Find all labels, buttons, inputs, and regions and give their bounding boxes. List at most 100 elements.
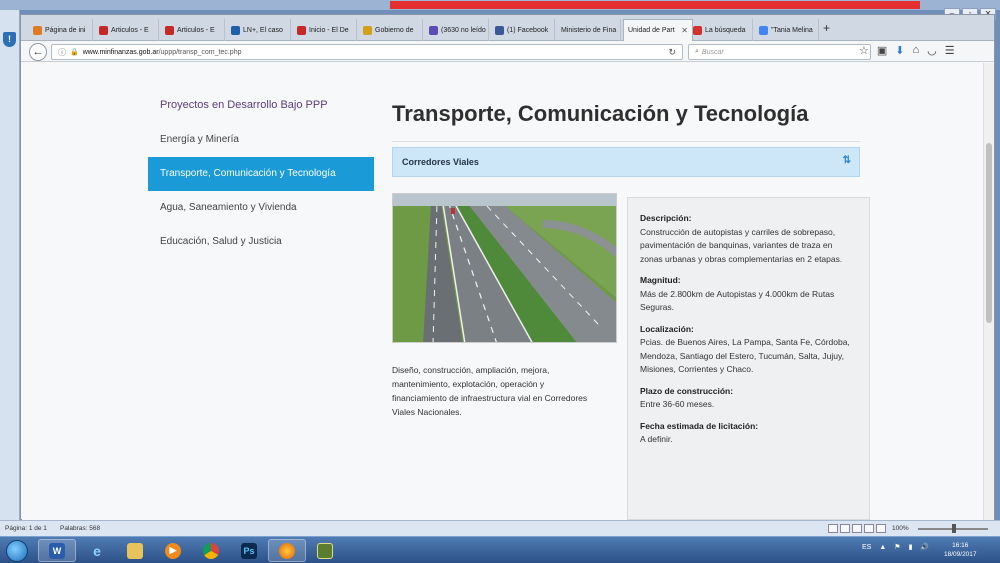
tab-favicon-icon: [231, 25, 240, 35]
bookmark-star-icon[interactable]: ☆: [859, 44, 869, 57]
firefox-app[interactable]: [268, 539, 306, 562]
browser-tab[interactable]: La búsqueda: [689, 19, 753, 41]
outline-view-button[interactable]: [864, 524, 874, 533]
browser-tab[interactable]: (1) Facebook: [491, 19, 555, 41]
view-buttons: [828, 524, 886, 533]
scrollbar-thumb[interactable]: [986, 143, 992, 323]
sidebar-item-educacion[interactable]: Educación, Salud y Justicia: [148, 225, 374, 259]
detail-value: Entre 36-60 meses.: [640, 399, 715, 409]
highway-photo: [392, 193, 617, 343]
sidebar-item-energia[interactable]: Energía y Minería: [148, 123, 374, 157]
browser-tab[interactable]: Página de ini: [29, 19, 93, 41]
ie-app[interactable]: e: [78, 539, 116, 562]
chrome-app[interactable]: [192, 539, 230, 562]
tab-favicon-icon: [495, 25, 504, 35]
tab-favicon-icon: [429, 25, 438, 35]
tab-favicon-icon: [363, 25, 372, 35]
zoom-level[interactable]: 100%: [892, 525, 909, 532]
new-tab-button[interactable]: +: [823, 21, 830, 35]
browser-tab[interactable]: Ministerio de Fina: [557, 19, 621, 41]
browser-window: Página de ini Articulos - E Articulos - E L…: [20, 14, 995, 520]
tab-label: (3630 no leído: [441, 26, 486, 34]
detail-value: Pcias. de Buenos Aires, La Pampa, Santa …: [640, 337, 850, 374]
sidebar-item-agua[interactable]: Agua, Saneamiento y Vivienda: [148, 191, 374, 225]
browser-tab[interactable]: Articulos - E: [161, 19, 225, 41]
accordion-corredores-viales[interactable]: Corredores Viales ⇅: [392, 147, 860, 177]
detail-label: Plazo de construcción:: [640, 385, 734, 396]
full-screen-view-button[interactable]: [840, 524, 850, 533]
start-button[interactable]: [6, 540, 28, 562]
network-icon[interactable]: ▮: [909, 543, 913, 551]
page-count[interactable]: Página: 1 de 1: [5, 525, 47, 532]
expand-arrows-icon[interactable]: ⇅: [843, 155, 851, 166]
draft-view-button[interactable]: [876, 524, 886, 533]
detail-value: Construcción de autopistas y carriles de…: [640, 226, 843, 264]
tab-label: Página de ini: [45, 26, 86, 34]
tray-expand-icon[interactable]: ▲: [879, 544, 886, 551]
clock[interactable]: 16:16 18/09/2017: [944, 541, 977, 559]
library-icon[interactable]: ▣: [877, 44, 887, 57]
page-content: Proyectos en Desarrollo Bajo PPP Energía…: [22, 63, 984, 520]
browser-tab[interactable]: "Tania Melina: [755, 19, 819, 41]
menu-icon[interactable]: ☰: [945, 44, 955, 57]
nav-bar: ← ⓘ 🔒 www.minfinanzas.gob.ar/uppp/transp…: [21, 42, 994, 62]
word-left-panel: !: [0, 10, 20, 520]
detail-label: Localización:: [640, 323, 694, 334]
clock-time: 16:16: [952, 542, 969, 549]
sidebar-heading[interactable]: Proyectos en Desarrollo Bajo PPP: [148, 99, 374, 117]
browser-tab[interactable]: Gobierno de: [359, 19, 423, 41]
close-tab-icon[interactable]: ✕: [681, 26, 688, 35]
tab-favicon-icon: [165, 25, 174, 35]
shield-icon[interactable]: !: [3, 32, 16, 47]
download-icon[interactable]: ⬇: [895, 44, 904, 57]
detail-block: Descripción: Construcción de autopistas y…: [640, 212, 857, 266]
media-app[interactable]: ▶: [154, 539, 192, 562]
tab-label: Gobierno de: [375, 26, 414, 34]
browser-tab[interactable]: Articulos - E: [95, 19, 159, 41]
search-placeholder: Buscar: [701, 48, 724, 56]
tab-strip: Página de ini Articulos - E Articulos - E L…: [21, 15, 994, 41]
tab-label: Articulos - E: [111, 26, 149, 34]
tab-favicon-icon: [759, 25, 768, 35]
photoshop-app[interactable]: Ps: [230, 539, 268, 562]
page-title: Transporte, Comunicación y Tecnología: [392, 101, 809, 126]
back-button[interactable]: ←: [29, 43, 47, 61]
home-icon[interactable]: ⌂: [913, 44, 920, 57]
sidebar-item-transporte[interactable]: Transporte, Comunicación y Tecnología: [148, 157, 374, 191]
print-layout-view-button[interactable]: [828, 524, 838, 533]
browser-tab[interactable]: (3630 no leído: [425, 19, 489, 41]
project-details-panel: Descripción: Construcción de autopistas y…: [627, 197, 870, 520]
explorer-app[interactable]: [116, 539, 154, 562]
word-count[interactable]: Palabras: 568: [60, 525, 100, 532]
browser-tab[interactable]: Inicio - El De: [293, 19, 357, 41]
page-scrollbar[interactable]: [983, 63, 994, 520]
zoom-slider-knob[interactable]: [952, 524, 956, 533]
lock-icon: 🔒: [70, 49, 79, 56]
title-divider: [392, 141, 860, 142]
info-icon[interactable]: ⓘ: [58, 47, 66, 58]
pocket-icon[interactable]: ◡: [927, 44, 937, 57]
game-app[interactable]: [306, 539, 344, 562]
tab-label: Unidad de Part: [628, 27, 675, 34]
word-status-bar: Página: 1 de 1 Palabras: 568 100%: [0, 520, 1000, 536]
flag-icon[interactable]: ⚑: [894, 543, 900, 551]
search-input[interactable]: ⌕ Buscar: [688, 44, 871, 60]
search-icon: ⌕: [695, 48, 699, 55]
volume-icon[interactable]: 🔊: [920, 543, 929, 551]
tab-favicon-icon: [693, 25, 702, 35]
detail-label: Descripción:: [640, 213, 692, 223]
detail-value: A definir.: [640, 434, 673, 444]
url-bar[interactable]: ⓘ 🔒 www.minfinanzas.gob.ar/uppp/transp_c…: [51, 44, 683, 60]
detail-block: Plazo de construcción: Entre 36-60 meses.: [640, 385, 857, 412]
browser-tab[interactable]: LN+, El caso: [227, 19, 291, 41]
word-app[interactable]: W: [38, 539, 76, 562]
tab-label: La búsqueda: [705, 26, 746, 34]
web-layout-view-button[interactable]: [852, 524, 862, 533]
url-host: www.minfinanzas.gob.ar: [82, 48, 159, 56]
language-indicator[interactable]: ES: [862, 544, 871, 551]
accordion-label: Corredores Viales: [402, 157, 479, 167]
reload-icon[interactable]: ↻: [668, 47, 676, 58]
browser-tab[interactable]: Unidad de Part ✕: [623, 19, 693, 41]
tab-favicon-icon: [99, 25, 108, 35]
word-title-bar: [0, 0, 1000, 10]
